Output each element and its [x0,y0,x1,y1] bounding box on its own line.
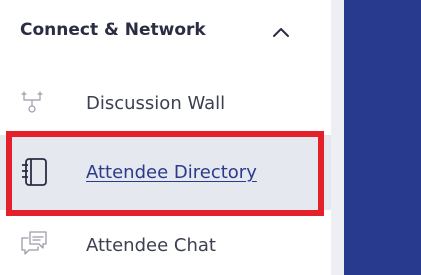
sidebar-item-discussion-wall[interactable]: Discussion Wall [0,72,331,136]
chevron-up-icon[interactable] [268,22,294,42]
sidebar-item-attendee-directory[interactable]: Attendee Directory [0,135,331,210]
attendee-directory-icon [22,158,47,186]
discussion-wall-icon [21,91,43,113]
attendee-chat-icon [21,231,47,255]
sidebar-item-label: Attendee Chat [86,235,216,256]
main-content-panel [344,0,421,275]
section-title: Connect & Network [20,20,206,40]
sidebar-item-label: Discussion Wall [86,93,226,114]
sidebar-divider [331,0,344,275]
sidebar-nav: Connect & Network Discussion Wall Attend… [0,0,331,275]
sidebar-item-attendee-chat[interactable]: Attendee Chat [0,214,331,275]
app-window: Connect & Network Discussion Wall Attend… [0,0,421,275]
connect-network-section-header[interactable]: Connect & Network [0,0,331,64]
sidebar-item-label: Attendee Directory [86,162,257,183]
